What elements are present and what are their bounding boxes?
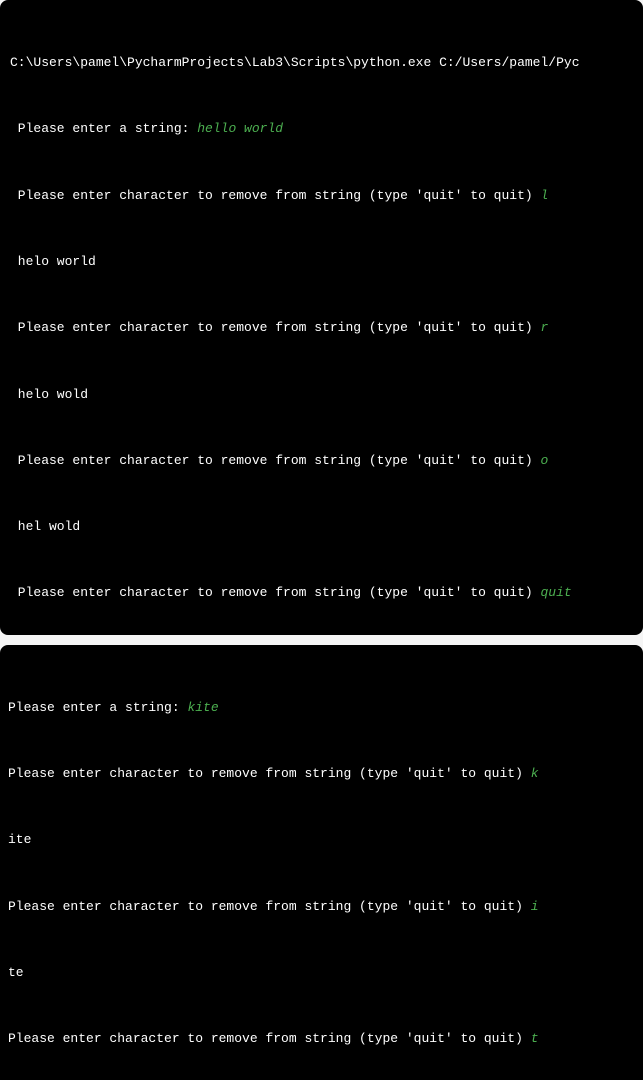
user-input: t xyxy=(531,1031,539,1046)
console-line: Please enter character to remove from st… xyxy=(10,317,633,339)
console-line: Please enter character to remove from st… xyxy=(8,1028,633,1050)
console-line: Please enter a string: hello world xyxy=(10,118,633,140)
prompt-text: Please enter a string: xyxy=(8,700,187,715)
console-line: Please enter character to remove from st… xyxy=(8,896,633,918)
console-line: Please enter character to remove from st… xyxy=(10,450,633,472)
console-output: hel wold xyxy=(10,516,633,538)
console-line: Please enter character to remove from st… xyxy=(10,582,633,604)
prompt-text: Please enter character to remove from st… xyxy=(10,188,541,203)
console-output: te xyxy=(8,962,633,984)
user-input: quit xyxy=(541,585,572,600)
console-output: helo world xyxy=(10,251,633,273)
user-input: k xyxy=(531,766,539,781)
prompt-text: Please enter character to remove from st… xyxy=(10,453,541,468)
user-input: hello world xyxy=(197,121,283,136)
terminal-output-block-2: Please enter a string: kite Please enter… xyxy=(0,645,643,1080)
console-line: Please enter a string: kite xyxy=(8,697,633,719)
user-input: l xyxy=(541,188,549,203)
user-input: o xyxy=(541,453,549,468)
console-output: helo wold xyxy=(10,384,633,406)
console-line: Please enter character to remove from st… xyxy=(10,185,633,207)
command-line: C:\Users\pamel\PycharmProjects\Lab3\Scri… xyxy=(10,52,633,74)
user-input: r xyxy=(541,320,549,335)
console-line: Please enter character to remove from st… xyxy=(8,763,633,785)
console-output: ite xyxy=(8,829,633,851)
prompt-text: Please enter character to remove from st… xyxy=(8,766,531,781)
prompt-text: Please enter a string: xyxy=(10,121,197,136)
user-input: kite xyxy=(187,700,218,715)
prompt-text: Please enter character to remove from st… xyxy=(8,899,531,914)
user-input: i xyxy=(531,899,539,914)
prompt-text: Please enter character to remove from st… xyxy=(8,1031,531,1046)
prompt-text: Please enter character to remove from st… xyxy=(10,585,541,600)
terminal-output-block-1: C:\Users\pamel\PycharmProjects\Lab3\Scri… xyxy=(0,0,643,635)
prompt-text: Please enter character to remove from st… xyxy=(10,320,541,335)
